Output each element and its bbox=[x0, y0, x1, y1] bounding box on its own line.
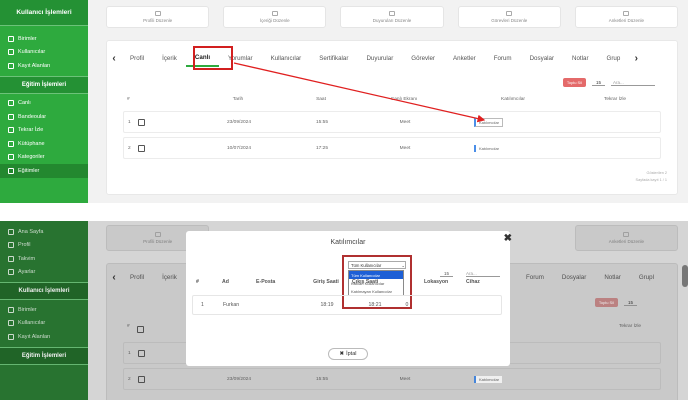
modal-per-page-select[interactable]: 15 bbox=[440, 271, 454, 277]
sidebar-section-egitim: Eğitim İşlemleri bbox=[0, 75, 88, 94]
per-page-select[interactable]: 15 bbox=[591, 80, 605, 86]
card-edit-profile[interactable]: Profili Düzenle bbox=[106, 6, 210, 28]
folder-icon bbox=[271, 11, 278, 16]
edit-cards: Profili Düzenle İçeriği Düzenle Duyurula… bbox=[106, 6, 679, 28]
row-checkbox[interactable] bbox=[138, 144, 145, 152]
table-toolbar: Toplu Sil 15 Ara... bbox=[562, 78, 655, 87]
card-edit-tasks[interactable]: Görevleri Düzenle bbox=[457, 6, 561, 28]
list-icon bbox=[8, 113, 14, 120]
chart-icon bbox=[623, 11, 630, 16]
sidebar-item-canli[interactable]: Canlı bbox=[0, 97, 88, 111]
content-panel: ‹ Profil İçerik Canlı Yorumlar Kullanıcı… bbox=[106, 40, 678, 195]
chevron-right-icon[interactable]: › bbox=[629, 53, 643, 64]
top-screenshot: Kullanıcı İşlemleri Birimler Kullanıcıla… bbox=[0, 0, 688, 203]
tab-dosyalar[interactable]: Dosyalar bbox=[521, 49, 563, 67]
modal-table-header: # Ad E-Posta Giriş Saati Çıkış Saati Lok… bbox=[196, 279, 480, 285]
scrollbar[interactable] bbox=[682, 265, 688, 287]
participants-modal: Katılımcılar ✖ Tüm Kullanıcılar ⌄ Tüm Ku… bbox=[186, 231, 512, 366]
library-icon bbox=[8, 140, 14, 147]
tab-duyurular[interactable]: Duyurular bbox=[357, 49, 402, 67]
modal-title: Katılımcılar bbox=[330, 239, 366, 246]
megaphone-icon bbox=[389, 11, 395, 16]
pagination-info-2: Sayfada kayıt 1 / 1 bbox=[635, 178, 667, 182]
tab-notlar[interactable]: Notlar bbox=[563, 49, 598, 67]
table-header: # Tarih Saat Canlı Ekranı Katılımcılar T… bbox=[127, 97, 627, 102]
tab-sertifikalar[interactable]: Sertifikalar bbox=[310, 49, 357, 67]
card-edit-announcements[interactable]: Duyuruları Düzenle bbox=[340, 6, 444, 28]
category-icon bbox=[8, 154, 14, 161]
search-input[interactable]: Ara... bbox=[611, 80, 655, 86]
participants-button[interactable]: Katılımcılar bbox=[474, 144, 503, 152]
bulk-delete-button[interactable]: Toplu Sil bbox=[562, 78, 586, 87]
sidebar-item-kayit-alanlari[interactable]: Kayıt Alanları bbox=[0, 59, 88, 73]
row-checkbox[interactable] bbox=[138, 118, 145, 126]
sidebar-item-egitimler[interactable]: Eğitimler bbox=[0, 164, 88, 178]
table-row: 1 23/09/2024 15:55 Meet Katılımcılar bbox=[123, 111, 661, 133]
close-icon[interactable]: ✖ bbox=[504, 233, 512, 244]
book-icon bbox=[8, 167, 14, 174]
modal-search-input[interactable]: Ara... bbox=[466, 271, 500, 277]
option-absent-users[interactable]: Katılmayan Kullanıcılar bbox=[349, 287, 403, 295]
task-icon bbox=[506, 11, 513, 16]
card-edit-surveys[interactable]: Anketleri Düzenle bbox=[574, 6, 679, 28]
tab-grup[interactable]: Grup bbox=[598, 49, 630, 67]
sidebar-item-bandeoular[interactable]: Bandeoular bbox=[0, 110, 88, 124]
table-row: 2 10/07/2024 17:25 Meet Katılımcılar bbox=[123, 137, 661, 159]
building-icon bbox=[8, 35, 14, 42]
live-icon bbox=[8, 100, 14, 107]
sidebar-item-birimler[interactable]: Birimler bbox=[0, 32, 88, 46]
profile-icon bbox=[154, 11, 161, 16]
sidebar-item-tekrar-izle[interactable]: Tekrar İzle bbox=[0, 124, 88, 138]
tab-profil[interactable]: Profil bbox=[121, 49, 153, 67]
sidebar-item-kutuphane[interactable]: Kütüphane bbox=[0, 137, 88, 151]
tab-forum[interactable]: Forum bbox=[485, 49, 521, 67]
chevron-down-icon: ⌄ bbox=[401, 262, 405, 268]
sidebar-item-kategoriler[interactable]: Kategoriler bbox=[0, 151, 88, 165]
cancel-button[interactable]: ✖ İptal bbox=[328, 348, 368, 360]
pagination-info: Gösterilen 2 bbox=[646, 171, 667, 175]
chevron-left-icon[interactable]: ‹ bbox=[107, 53, 121, 64]
tab-kullanicilar[interactable]: Kullanıcılar bbox=[262, 49, 311, 67]
participants-button[interactable]: Katılımcılar bbox=[474, 117, 504, 127]
bottom-screenshot: Ana Sayfa Profil Takvim Ayarlar Kullanıc… bbox=[0, 221, 688, 400]
form-icon bbox=[8, 62, 14, 69]
sidebar-header: Kullanıcı İşlemleri bbox=[0, 0, 88, 26]
modal-table-row: 1 Furkan 18:19 18:21 0 bbox=[192, 295, 502, 315]
tab-icerik[interactable]: İçerik bbox=[153, 49, 186, 67]
close-icon: ✖ bbox=[339, 351, 345, 357]
highlight-canli-tab bbox=[193, 46, 233, 70]
main-area: Profili Düzenle İçeriği Düzenle Duyurula… bbox=[88, 0, 688, 203]
users-icon bbox=[8, 49, 14, 56]
sidebar: Kullanıcı İşlemleri Birimler Kullanıcıla… bbox=[0, 0, 88, 203]
replay-icon bbox=[8, 127, 14, 134]
tab-anketler[interactable]: Anketler bbox=[444, 49, 485, 67]
tab-gorevler[interactable]: Görevler bbox=[402, 49, 444, 67]
option-all-users[interactable]: Tüm Kullanıcılar bbox=[349, 271, 403, 279]
sidebar-item-kullanicilar[interactable]: Kullanıcılar bbox=[0, 46, 88, 60]
card-edit-content[interactable]: İçeriği Düzenle bbox=[223, 6, 327, 28]
user-filter-select[interactable]: Tüm Kullanıcılar ⌄ bbox=[348, 261, 406, 269]
